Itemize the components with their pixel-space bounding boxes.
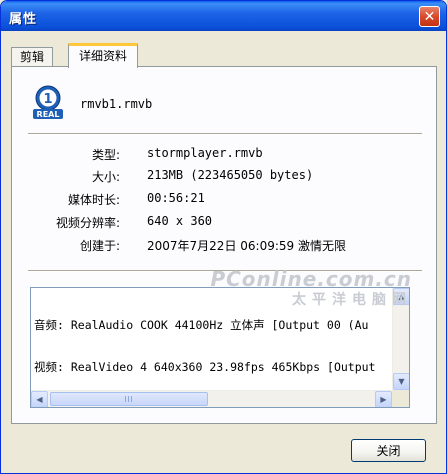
properties-window: 属性 ✕ 剪辑 详细资料 1 REAL rmvb1.rmvb 类型: storm… (0, 0, 447, 474)
arrow-right-icon: ▶ (380, 394, 387, 404)
separator-top (28, 133, 422, 135)
window-close-button[interactable]: ✕ (419, 6, 440, 27)
scroll-up-button[interactable]: ▲ (393, 288, 409, 305)
prop-value-resolution: 640 x 360 (147, 214, 213, 228)
tab-details[interactable]: 详细资料 (68, 43, 139, 68)
prop-value-created: 2007年7月22日 06:09:59 激情无限 (147, 239, 346, 253)
scroll-corner (392, 390, 409, 407)
separator-bottom (28, 270, 422, 272)
tab-clip[interactable]: 剪辑 (11, 47, 54, 67)
prop-value-type: stormplayer.rmvb (147, 146, 263, 160)
prop-value-size: 213MB (223465050 bytes) (147, 168, 314, 182)
real-icon-digit: 1 (43, 92, 52, 107)
file-name: rmvb1.rmvb (80, 97, 153, 111)
scroll-down-button[interactable]: ▼ (393, 373, 409, 390)
horizontal-scrollbar[interactable]: ◀ ▶ (31, 390, 392, 407)
stream-info-textbox[interactable]: 音频: RealAudio COOK 44100Hz 立体声 [Output 0… (30, 287, 410, 408)
arrow-down-icon: ▼ (398, 376, 405, 386)
prop-label-duration: 媒体时长: (67, 193, 120, 207)
prop-label-resolution: 视频分辨率: (55, 216, 120, 230)
scroll-left-button[interactable]: ◀ (31, 391, 48, 407)
arrow-up-icon: ▲ (398, 291, 405, 301)
prop-value-duration: 00:56:21 (147, 191, 205, 205)
close-button[interactable]: 关闭 (351, 439, 426, 462)
grip-icon (125, 396, 133, 402)
details-panel: 1 REAL rmvb1.rmvb 类型: stormplayer.rmvb 大… (11, 66, 437, 424)
vertical-scrollbar[interactable]: ▲ ▼ (392, 288, 409, 390)
scroll-right-button[interactable]: ▶ (375, 391, 392, 407)
horizontal-scroll-thumb[interactable] (50, 392, 208, 406)
prop-label-created: 创建于: (79, 239, 120, 253)
window-title: 属性 (9, 12, 38, 27)
prop-label-type: 类型: (91, 148, 120, 162)
real-icon-text: REAL (37, 110, 60, 119)
stream-line-video: 视频: RealVideo 4 640x360 23.98fps 465Kbps… (34, 360, 376, 374)
close-icon: ✕ (423, 8, 436, 25)
arrow-left-icon: ◀ (36, 394, 43, 404)
stream-info-content: 音频: RealAudio COOK 44100Hz 立体声 [Output 0… (34, 290, 392, 390)
title-bar[interactable]: 属性 ✕ (1, 1, 446, 31)
real-media-icon: 1 REAL (33, 85, 63, 119)
prop-label-size: 大小: (91, 170, 120, 184)
stream-line-audio: 音频: RealAudio COOK 44100Hz 立体声 [Output 0… (34, 318, 369, 332)
